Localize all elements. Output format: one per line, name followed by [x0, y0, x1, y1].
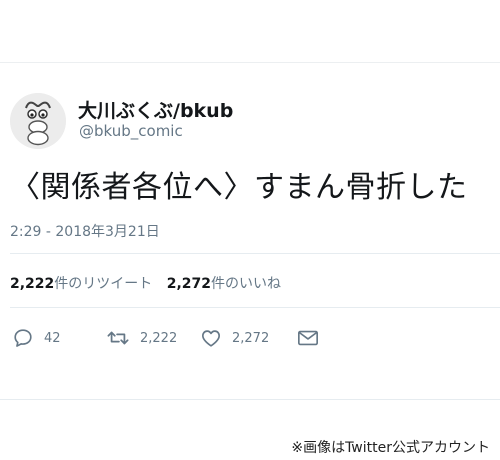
- retweet-stat-label: 件のリツイート: [54, 276, 153, 292]
- tweet-stats: 2,222件のリツイート 2,272件のいいね: [10, 273, 291, 293]
- tweet-text: 〈関係者各位へ〉すまん骨折した: [10, 170, 468, 205]
- avatar-character-icon: [10, 93, 66, 149]
- like-button[interactable]: 2,272: [200, 325, 269, 351]
- divider: [10, 253, 500, 254]
- tweet-actions: 42 2,222 2,272: [0, 325, 500, 351]
- retweet-icon: [107, 331, 129, 345]
- avatar[interactable]: [10, 93, 66, 149]
- reply-count: 42: [44, 330, 61, 346]
- heart-icon: [202, 330, 220, 347]
- direct-message-button[interactable]: [296, 325, 320, 351]
- retweet-stat[interactable]: 2,222件のリツイート: [10, 273, 152, 293]
- like-action-count: 2,272: [232, 330, 270, 346]
- like-stat[interactable]: 2,272件のいいね: [167, 273, 281, 293]
- image-credit-caption: ※画像はTwitter公式アカウント: [291, 440, 490, 456]
- like-count: 2,272: [166, 276, 212, 292]
- user-handle[interactable]: @bkub_comic: [79, 122, 183, 140]
- display-name[interactable]: 大川ぶくぶ/bkub: [78, 96, 233, 123]
- envelope-icon: [298, 330, 318, 346]
- like-stat-label: 件のいいね: [211, 276, 282, 292]
- reply-icon: [14, 329, 32, 347]
- reply-button[interactable]: 42: [12, 325, 61, 351]
- divider: [10, 307, 500, 308]
- screenshot: 大川ぶくぶ/bkub @bkub_comic 〈関係者各位へ〉すまん骨折した 2…: [0, 0, 500, 460]
- retweet-action-count: 2,222: [140, 330, 178, 346]
- retweet-count: 2,222: [10, 276, 55, 292]
- tweet-card: 大川ぶくぶ/bkub @bkub_comic 〈関係者各位へ〉すまん骨折した 2…: [0, 62, 500, 400]
- tweet-timestamp[interactable]: 2:29 - 2018年3月21日: [10, 221, 160, 241]
- retweet-button[interactable]: 2,222: [106, 325, 177, 351]
